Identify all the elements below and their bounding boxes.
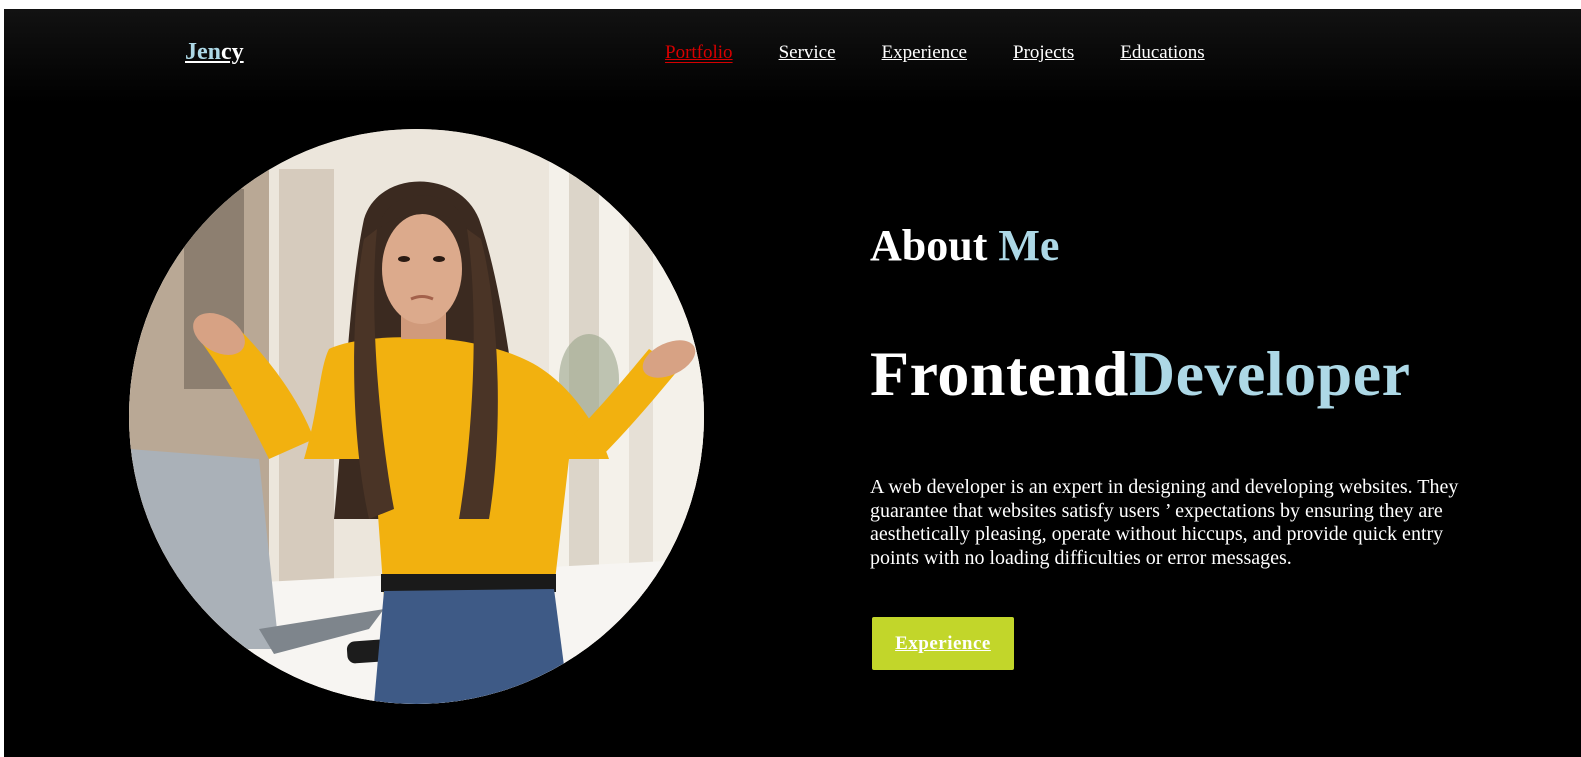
about-heading: About Me: [870, 220, 1059, 271]
nav-link-experience[interactable]: Experience: [882, 42, 967, 64]
about-description: A web developer is an expert in designin…: [870, 476, 1459, 569]
about-heading-word1: About: [870, 221, 988, 270]
about-heading-word2: Me: [998, 221, 1060, 270]
role-heading: FrontendDeveloper: [870, 337, 1411, 411]
nav-link-educations[interactable]: Educations: [1120, 42, 1204, 64]
experience-button[interactable]: Experience: [872, 617, 1014, 670]
main-nav: Portfolio Service Experience Projects Ed…: [665, 42, 1205, 64]
page: Jency Portfolio Service Experience Proje…: [4, 9, 1581, 757]
role-heading-word1: Frontend: [870, 338, 1129, 409]
nav-link-projects[interactable]: Projects: [1013, 42, 1074, 64]
nav-link-portfolio[interactable]: Portfolio: [665, 42, 733, 64]
brand-logo[interactable]: Jency: [185, 39, 244, 66]
nav-link-service[interactable]: Service: [779, 42, 836, 64]
profile-photo: [129, 129, 704, 704]
brand-logo-part2: cy: [221, 39, 244, 65]
brand-logo-part1: Jen: [185, 39, 221, 65]
role-heading-word2: Developer: [1128, 338, 1411, 409]
